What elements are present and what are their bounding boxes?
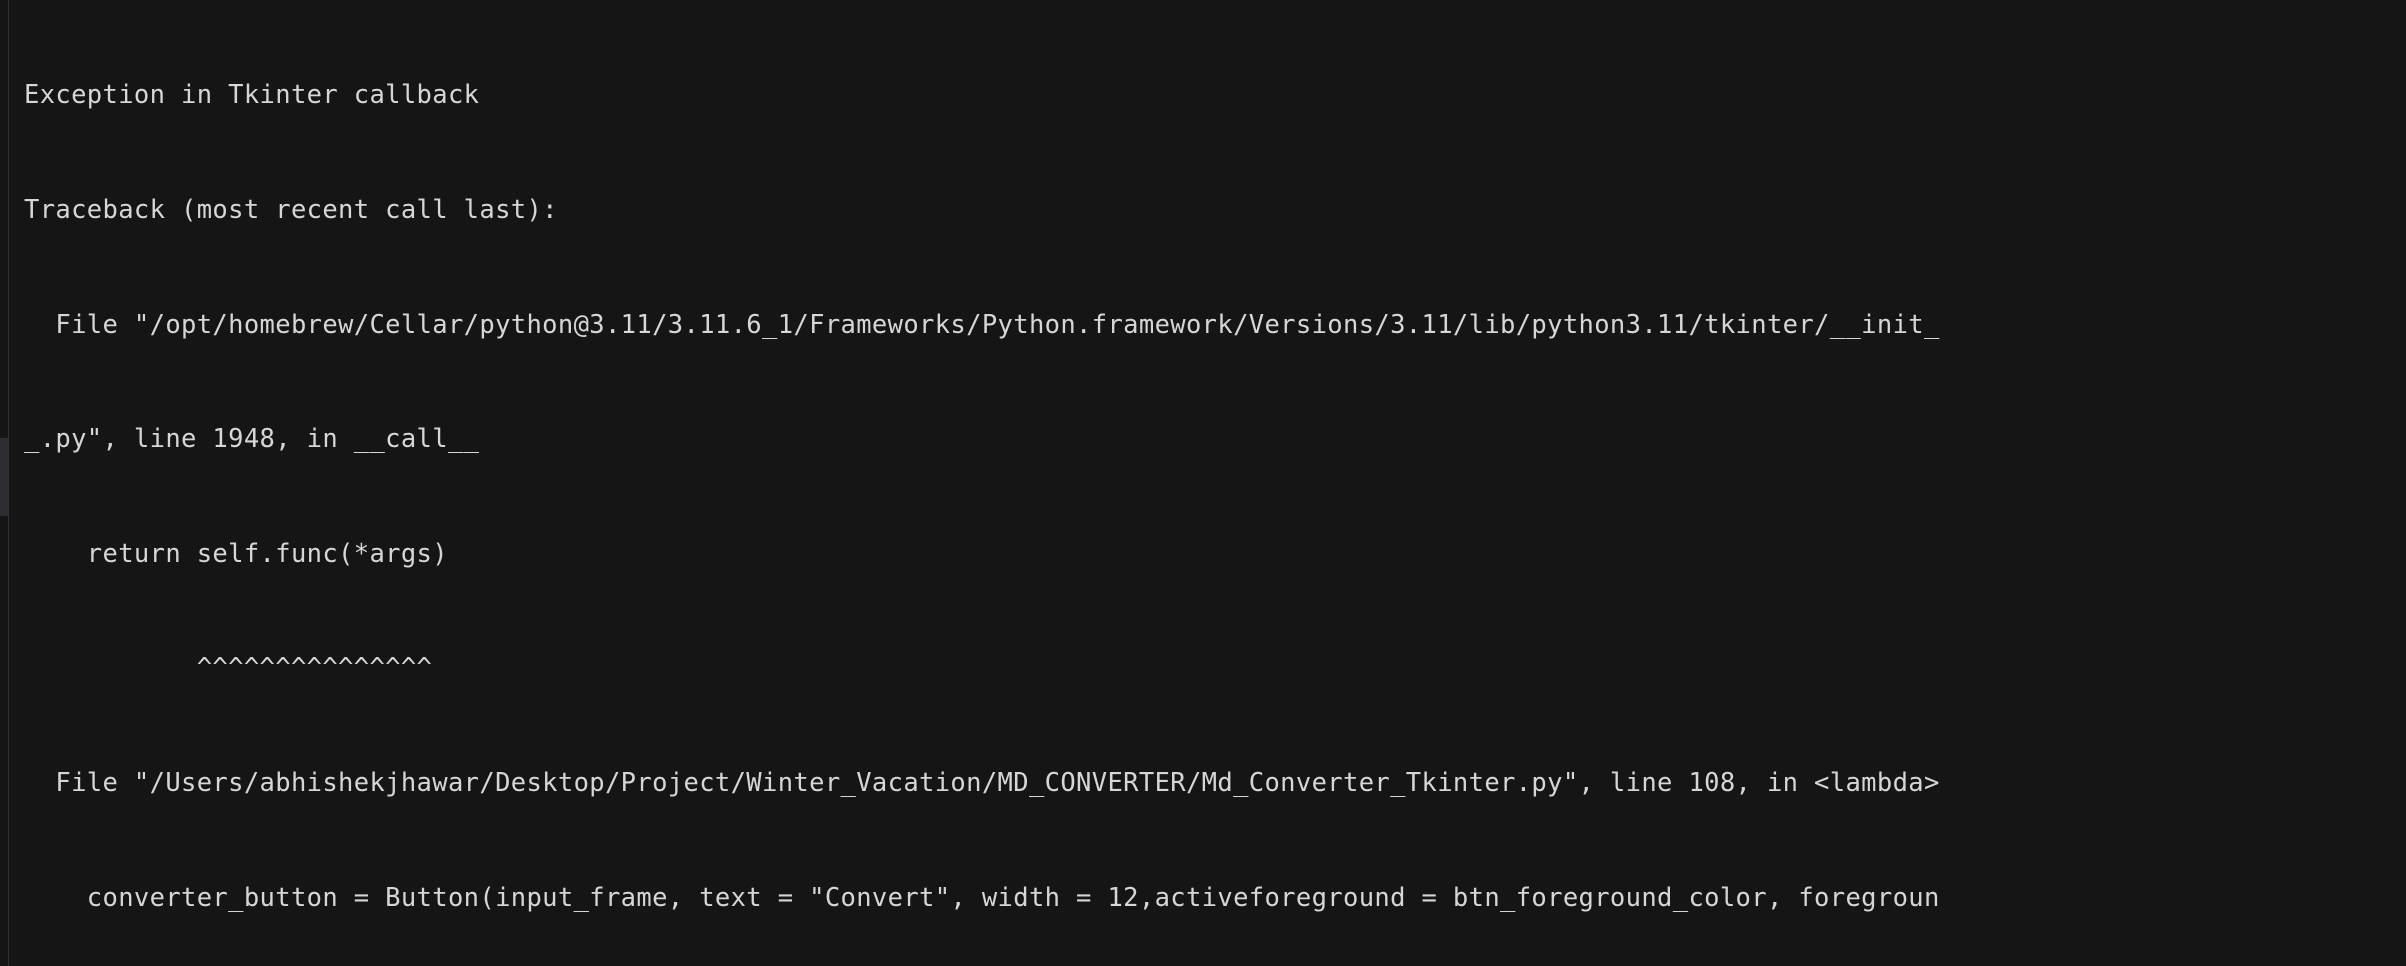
output-line: return self.func(*args) — [24, 538, 448, 569]
output-line: Exception in Tkinter callback — [24, 80, 480, 111]
output-line: File "/Users/abhishekjhawar/Desktop/Proj… — [24, 768, 1940, 799]
left-divider-rule — [8, 0, 9, 966]
output-line: converter_button = Button(input_frame, t… — [24, 882, 1940, 913]
terminal-window[interactable]: Exception in Tkinter callback Traceback … — [0, 0, 2406, 966]
output-line-caret-marker: ^^^^^^^^^^^^^^^ — [24, 653, 433, 684]
output-line: _.py", line 1948, in __call__ — [24, 424, 480, 455]
output-line: File "/opt/homebrew/Cellar/python@3.11/3… — [24, 309, 1940, 340]
vertical-scrollbar-thumb[interactable] — [0, 438, 8, 516]
terminal-output: Exception in Tkinter callback Traceback … — [24, 0, 2394, 966]
output-line: Traceback (most recent call last): — [24, 195, 558, 226]
